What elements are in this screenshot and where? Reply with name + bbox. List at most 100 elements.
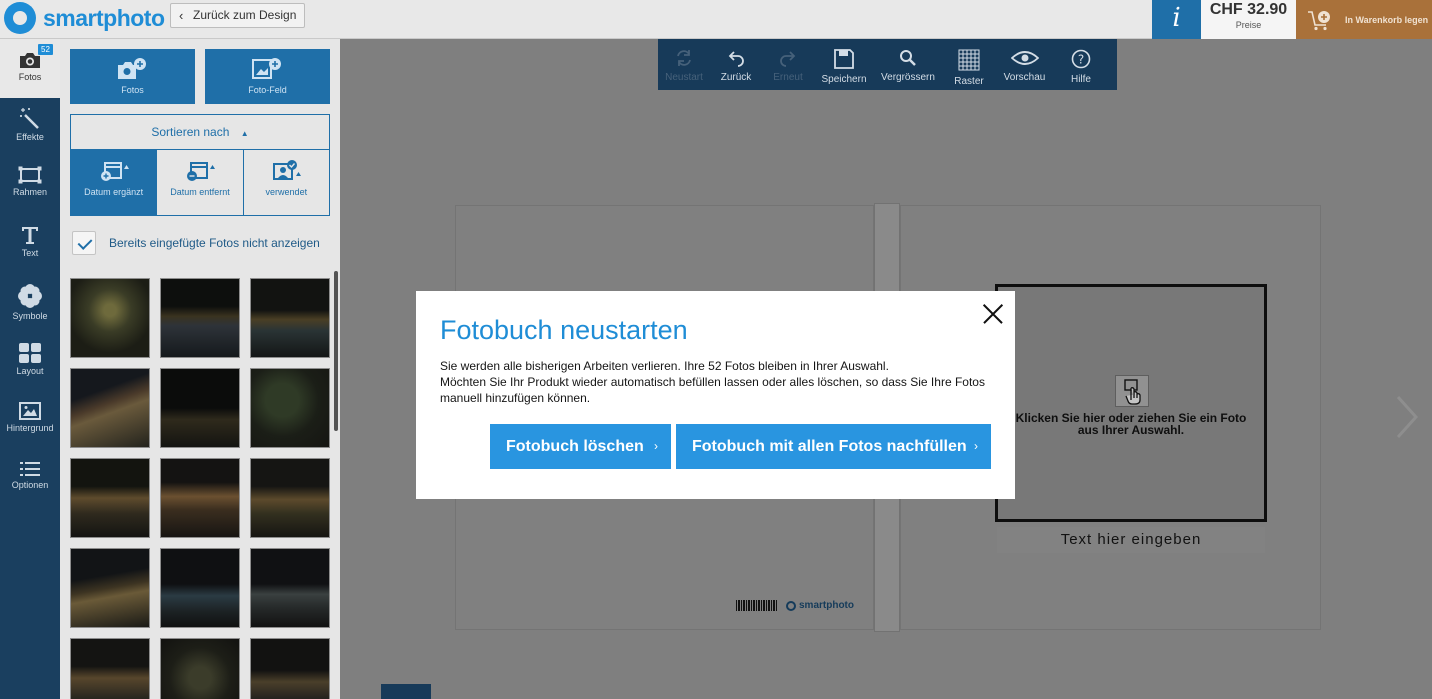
hide-inserted-label: Bereits eingefügte Fotos nicht anzeigen [109, 236, 320, 250]
delete-photobook-label: Fotobuch löschen [506, 438, 644, 455]
nav-item-symbole[interactable]: Symbole [0, 275, 60, 334]
drop-photo-icon [1115, 375, 1149, 407]
nav-item-text[interactable]: Text [0, 216, 60, 275]
photo-thumbnail[interactable] [250, 458, 330, 538]
dialog-title: Fotobuch neustarten [440, 315, 688, 345]
photo-thumbnail[interactable] [160, 548, 240, 628]
photo-thumbnail[interactable] [250, 548, 330, 628]
chevron-left-icon: ‹ [179, 8, 184, 23]
restart-tool-button[interactable]: Neustart [658, 39, 710, 90]
redo-tool-button[interactable]: Erneut [762, 39, 814, 90]
nav-label-symbole: Symbole [12, 311, 48, 321]
add-photo-field-label: Foto-Feld [248, 85, 287, 95]
info-button[interactable]: i [1152, 0, 1201, 39]
logo-mark-icon [4, 2, 36, 34]
photo-thumbnail[interactable] [70, 548, 150, 628]
photo-thumbnail[interactable] [160, 368, 240, 448]
photo-thumbnail[interactable] [70, 458, 150, 538]
price-label: Preise [1235, 20, 1262, 30]
back-to-design-button[interactable]: ‹ Zurück zum Design [170, 3, 306, 28]
photo-thumbnail[interactable] [160, 638, 240, 699]
sort-box: Sortieren nach ▲ Datum ergänzt Datum ent… [70, 114, 330, 216]
layout-icon [19, 343, 41, 363]
hide-inserted-checkbox[interactable] [72, 231, 96, 255]
nav-label-layout: Layout [16, 366, 44, 376]
sort-title-label: Sortieren nach [151, 125, 230, 139]
add-to-cart-button[interactable]: In Warenkorb legen [1296, 0, 1432, 39]
sort-option-date-added[interactable]: Datum ergänzt [71, 150, 157, 216]
photo-thumbnail[interactable] [160, 458, 240, 538]
sort-option-used[interactable]: verwendet [242, 150, 329, 216]
user-check-icon [273, 160, 302, 180]
delete-photobook-button[interactable]: Fotobuch löschen › [490, 424, 671, 469]
page-nav-button[interactable] [381, 684, 431, 699]
cart-add-icon [1308, 10, 1330, 30]
price-box[interactable]: CHF 32.90 Preise [1201, 0, 1296, 39]
add-photo-field-icon [251, 58, 281, 79]
undo-tool-label: Zurück [720, 72, 752, 83]
undo-tool-button[interactable]: Zurück [710, 39, 762, 90]
nav-item-hintergrund[interactable]: Hintergrund [0, 393, 60, 452]
cover-frame-prompt: Klicken Sie hier oder ziehen Sie ein Fot… [1015, 411, 1247, 437]
preview-tool-button[interactable]: Vorschau [996, 39, 1053, 90]
caret-up-icon: ▲ [240, 129, 249, 138]
flower-icon [18, 284, 42, 308]
refresh-icon [677, 50, 691, 66]
add-to-cart-label: In Warenkorb legen [1345, 14, 1429, 25]
photo-thumbnail[interactable] [250, 368, 330, 448]
add-photos-button[interactable]: Fotos [70, 49, 195, 104]
smartphoto-logo[interactable]: smartphoto [4, 2, 165, 34]
editor-toolbar: Neustart Zurück Erneut Speichern Vergrös… [658, 39, 1117, 90]
sort-option-label: Datum ergänzt [84, 187, 144, 197]
photo-thumbnail[interactable] [70, 368, 150, 448]
nav-label-effekte: Effekte [16, 132, 44, 142]
photo-thumbnail[interactable] [70, 278, 150, 358]
sort-option-label: verwendet [265, 187, 308, 197]
magic-wand-icon [20, 108, 39, 129]
image-icon [19, 402, 41, 420]
photo-panel-scrollbar[interactable] [334, 271, 338, 431]
preview-tool-label: Vorschau [1003, 72, 1046, 83]
nav-label-rahmen: Rahmen [12, 187, 48, 197]
photo-thumbnail[interactable] [250, 278, 330, 358]
photo-thumbnail[interactable] [160, 278, 240, 358]
help-tool-button[interactable]: ? Hilfe [1053, 39, 1109, 90]
photo-thumbnail[interactable] [70, 638, 150, 699]
refill-photobook-button[interactable]: Fotobuch mit allen Fotos nachfüllen › [676, 424, 991, 469]
zoom-tool-button[interactable]: Vergrössern [874, 39, 942, 90]
sort-option-date-removed[interactable]: Datum entfernt [156, 150, 242, 216]
barcode-bars [736, 600, 778, 611]
list-icon [20, 462, 40, 476]
top-bar: smartphoto ‹ Zurück zum Design i CHF 32.… [0, 0, 1432, 39]
nav-item-layout[interactable]: Layout [0, 334, 60, 393]
chevron-right-icon[interactable] [1394, 395, 1420, 439]
cover-text-field[interactable]: Text hier eingeben [997, 527, 1265, 553]
calendar-add-icon [100, 162, 129, 181]
photo-thumbnail[interactable] [250, 638, 330, 699]
hide-inserted-toggle[interactable]: Bereits eingefügte Fotos nicht anzeigen [72, 231, 320, 255]
nav-label-optionen: Optionen [11, 480, 49, 490]
sort-dropdown[interactable]: Sortieren nach ▲ [71, 115, 329, 150]
nav-item-optionen[interactable]: Optionen [0, 452, 60, 511]
barcode: smartphoto [736, 600, 854, 611]
sort-option-label: Datum entfernt [170, 187, 230, 197]
save-icon [834, 49, 854, 69]
back-cover-logo: smartphoto [786, 600, 854, 611]
chevron-right-icon: › [974, 439, 978, 453]
add-photo-field-button[interactable]: Foto-Feld [205, 49, 330, 104]
close-icon[interactable] [983, 304, 1003, 324]
dialog-message-line2: Möchten Sie Ihr Produkt wieder automatis… [440, 375, 985, 405]
photo-grid [70, 278, 332, 699]
logo-text: smartphoto [43, 4, 165, 31]
save-tool-button[interactable]: Speichern [814, 39, 874, 90]
cover-photo-frame[interactable]: Klicken Sie hier oder ziehen Sie ein Fot… [995, 284, 1267, 522]
grid-tool-button[interactable]: Raster [942, 39, 996, 90]
nav-item-rahmen[interactable]: Rahmen [0, 157, 60, 216]
refill-photobook-label: Fotobuch mit allen Fotos nachfüllen [692, 438, 967, 455]
undo-icon [728, 51, 744, 67]
add-photos-label: Fotos [121, 85, 144, 95]
photo-panel: Fotos Foto-Feld Sortieren nach ▲ Datum e… [60, 39, 340, 699]
redo-icon [780, 51, 796, 67]
nav-item-effekte[interactable]: Effekte [0, 98, 60, 157]
calendar-remove-icon [186, 162, 215, 181]
